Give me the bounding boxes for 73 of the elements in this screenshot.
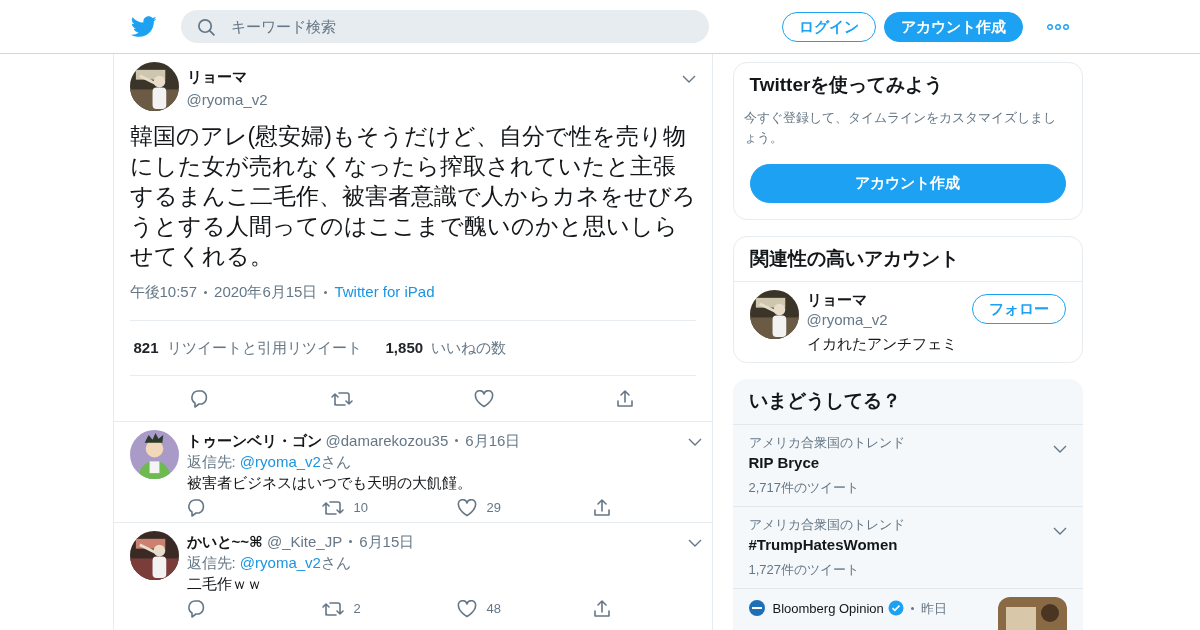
separator-dot (910, 606, 914, 610)
card-description: 今すぐ登録して、タイムラインをカスタマイズしましょう。 (743, 108, 1057, 147)
author-handle[interactable]: @ryoma_v2 (186, 88, 268, 111)
like-count: 1,850 (385, 337, 424, 358)
separator-dot (455, 439, 459, 442)
reply-text: 被害者ビジネスはいつでも天明の大飢饉。 (186, 473, 473, 493)
like-count: 48 (486, 600, 501, 618)
mention-link[interactable]: @ryoma_v2 (239, 453, 321, 470)
card-title: Twitterを使ってみよう (749, 73, 945, 97)
reply-date[interactable]: 6月15日 (359, 531, 415, 552)
signup-button[interactable]: アカウント作成 (749, 163, 1066, 203)
reply-author-name[interactable]: かいと~~⌘ (186, 531, 263, 552)
reply-icon[interactable] (186, 598, 207, 619)
account-name[interactable]: リョーマ (806, 290, 964, 310)
news-time: 昨日 (920, 599, 947, 618)
trend-context: アメリカ合衆国のトレンド (748, 433, 906, 452)
chevron-down-icon[interactable] (687, 539, 702, 548)
trend-context: アメリカ合衆国のトレンド (748, 515, 906, 534)
retweet-icon[interactable] (331, 389, 353, 408)
separator-dot (204, 290, 208, 294)
reply-text: 二毛作ｗｗ (186, 574, 263, 594)
trend-tweet-count: 2,717件のツイート (748, 479, 861, 497)
retweet-count-link[interactable]: 821 リツイートと引用リツイート (133, 336, 362, 359)
chevron-down-icon[interactable] (1052, 527, 1067, 536)
mention-link[interactable]: @ryoma_v2 (239, 554, 321, 571)
trend-name[interactable]: RIP Bryce (748, 452, 1053, 474)
tweet-date: 2020年6月15日 (214, 282, 318, 302)
chevron-down-icon[interactable] (1052, 445, 1067, 454)
reply-icon[interactable] (186, 497, 207, 518)
publisher-logo-icon (748, 600, 765, 617)
heart-icon[interactable] (456, 498, 477, 517)
reply-icon[interactable] (190, 388, 210, 409)
retweet-count: 10 (353, 499, 368, 517)
bird-logo-icon[interactable] (131, 15, 157, 38)
tweet-time: 午後10:57 (129, 282, 198, 302)
retweet-count: 821 (133, 337, 159, 358)
retweet-count: 2 (353, 600, 361, 618)
share-icon[interactable] (591, 598, 612, 619)
reply-to-line: 返信先: @ryoma_v2さん (186, 452, 352, 472)
retweet-count-label: リツイートと引用リツイート (166, 337, 362, 358)
reply-author-handle[interactable]: @damarekozou35 (325, 430, 449, 451)
separator-dot (349, 540, 353, 543)
login-button[interactable]: ログイン (782, 11, 876, 42)
like-count: 29 (486, 499, 501, 517)
more-icon[interactable] (1047, 23, 1069, 30)
author-name[interactable]: リョーマ (186, 66, 268, 89)
chevron-down-icon[interactable] (687, 438, 702, 447)
like-count-label: いいねの数 (431, 337, 507, 358)
panel-title: いまどうしてる？ (747, 389, 902, 413)
reply-to-line: 返信先: @ryoma_v2さん (186, 553, 352, 573)
source-link[interactable]: Twitter for iPad (334, 281, 435, 304)
separator-dot (324, 290, 328, 294)
retweet-icon[interactable] (321, 599, 344, 618)
share-icon[interactable] (615, 388, 635, 409)
follow-button[interactable]: フォロー (971, 294, 1066, 324)
reply-date[interactable]: 6月16日 (465, 430, 521, 451)
chevron-down-icon[interactable] (681, 74, 696, 83)
share-icon[interactable] (591, 497, 612, 518)
account-bio: イカれたアンチフェミ (806, 334, 958, 354)
account-handle[interactable]: @ryoma_v2 (806, 310, 964, 330)
reply-author-name[interactable]: トゥーンベリ・ゴン (186, 430, 322, 451)
heart-icon[interactable] (474, 389, 494, 408)
card-title: 関連性の高いアカウント (748, 246, 960, 271)
trend-tweet-count: 1,727件のツイート (748, 561, 861, 579)
trend-name[interactable]: #TrumpHatesWomen (748, 534, 1053, 556)
news-source[interactable]: Bloomberg Opinion (772, 598, 884, 618)
tweet-text: 韓国のアレ(慰安婦)もそうだけど、自分で性を売り物にした女が売れなくなったら搾取されていたと主張するまんこ二毛作、被害者意識で人からカネをせびろうとする人間ってのはここまで醜いのかと思いしらせてくれる。 (129, 122, 696, 271)
search-field[interactable]: キーワード検索 (181, 10, 709, 43)
heart-icon[interactable] (456, 599, 477, 618)
signup-button[interactable]: アカウント作成 (884, 11, 1023, 42)
like-count-link[interactable]: 1,850 いいねの数 (385, 336, 507, 359)
reply-author-handle[interactable]: @_Kite_JP (266, 531, 343, 552)
retweet-icon[interactable] (321, 498, 344, 517)
